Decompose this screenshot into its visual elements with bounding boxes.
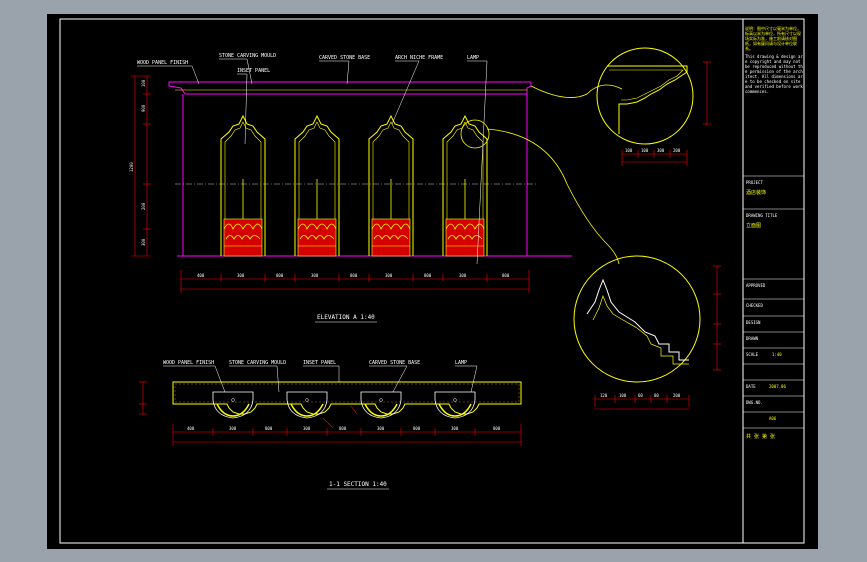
section-dim-8: 800 (493, 426, 501, 431)
niche-2 (294, 114, 340, 257)
elevation-dim-left-3: 200 (141, 202, 146, 210)
approved-label: APPROVED (746, 283, 766, 288)
arch-detail-dim-3: 80 (654, 393, 659, 398)
cornice-detail-dim-1: 100 (641, 148, 649, 153)
elevation-dim-left-0: 100 (141, 79, 146, 87)
section-dim-2: 800 (265, 426, 273, 431)
title-block-notes-cn: 说明：图中尺寸以毫米为单位，标高以米为单位，所有尺寸以现场实际为准，施工前请核对… (745, 26, 801, 51)
elevation-dim-bottom-6: 800 (424, 273, 432, 278)
elevation-label-a: WOOD PANEL FINISH (137, 60, 188, 66)
drawn-label: DRAWN (746, 336, 759, 341)
section-dim-7: 300 (451, 426, 459, 431)
elevation-title: ELEVATION A 1:40 (317, 314, 375, 321)
cornice-detail-circle (596, 47, 694, 145)
cornice-detail-dim-0: 100 (625, 148, 633, 153)
dwg-no-label: DWG.NO. (746, 400, 763, 405)
elevation-label-e: ARCH NICHE FRAME (395, 55, 443, 61)
elevation-label-c: INSET PANEL (237, 68, 270, 74)
scale-value: 1:40 (772, 352, 782, 357)
arch-detail-dim-2: 60 (638, 393, 643, 398)
scale-label: SCALE (746, 352, 759, 357)
elevation-dim-bottom-2: 800 (276, 273, 284, 278)
section-outline (172, 381, 522, 415)
project-label: PROJECT (746, 180, 763, 185)
arch-detail-dim-0: 120 (600, 393, 608, 398)
section-label-c: INSET PANEL (303, 360, 336, 366)
arch-detail-dims (594, 265, 721, 410)
niche-4 (442, 114, 488, 257)
elevation-label-b: STONE CARVING MOULD (219, 53, 276, 59)
cornice-detail-profile-inner (609, 69, 684, 101)
cad-drawing[interactable]: WOOD PANEL FINISH STONE CARVING MOULD IN… (47, 14, 818, 549)
design-label: DESIGN (746, 320, 761, 325)
niche-1 (220, 114, 266, 257)
elevation-dim-bottom-4: 800 (350, 273, 358, 278)
drawing-title-label: DRAWING TITLE (746, 213, 778, 218)
elevation-view[interactable]: WOOD PANEL FINISH STONE CARVING MOULD IN… (129, 53, 572, 323)
project-value: 酒店装饰 (746, 189, 766, 196)
elevation-dim-bottom-1: 300 (237, 273, 245, 278)
cornice-detail-connector (530, 84, 623, 98)
section-dim-5: 300 (377, 426, 385, 431)
section-title: 1-1 SECTION 1:40 (329, 481, 387, 488)
arch-detail-callout-circle (460, 119, 490, 149)
arch-detail[interactable]: 120 100 60 80 200 (460, 119, 721, 410)
cornice-detail-dim-2: 300 (657, 148, 665, 153)
section-leaders (163, 365, 478, 393)
arch-detail-dim-4: 200 (673, 393, 681, 398)
elevation-dim-bottom-7: 300 (459, 273, 467, 278)
section-label-e: LAMP (455, 360, 467, 366)
date-label: DATE (746, 384, 756, 389)
section-dim-4: 800 (339, 426, 347, 431)
elevation-dim-left-1: 900 (141, 104, 146, 112)
section-basin-2 (286, 391, 328, 419)
elevation-dim-bottom-3: 300 (311, 273, 319, 278)
sheet-border (59, 18, 805, 544)
elevation-cornice (168, 81, 532, 95)
elevation-dim-bottom-0: 400 (197, 273, 205, 278)
sheet-label: 共 张 第 张 (746, 433, 775, 440)
elevation-dim-bottom-8: 800 (502, 273, 510, 278)
title-block-notes-en: This drawing & design are copyright and … (745, 54, 803, 94)
section-basin-4 (434, 391, 476, 419)
section-label-a: WOOD PANEL FINISH (163, 360, 214, 366)
arch-detail-profile-inner (592, 294, 689, 365)
cornice-detail-profile (607, 65, 688, 134)
arch-detail-dim-1: 100 (619, 393, 627, 398)
cornice-detail[interactable]: 100 100 300 200 (530, 47, 711, 166)
date-value: 2007.06 (769, 384, 786, 389)
title-block-notes: 说明：图中尺寸以毫米为单位，标高以米为单位，所有尺寸以现场实际为准，施工前请核对… (745, 26, 803, 94)
cornice-detail-dim-3: 200 (673, 148, 681, 153)
arch-detail-connector (486, 128, 620, 265)
elevation-dim-left-4: 300 (141, 238, 146, 246)
checked-label: CHECKED (746, 303, 763, 308)
drawing-title-value: 立面图 (746, 222, 761, 229)
elevation-label-d: CARVED STONE BASE (319, 55, 370, 61)
section-view[interactable]: WOOD PANEL FINISH STONE CARVING MOULD IN… (139, 360, 522, 490)
section-label-b: STONE CARVING MOULD (229, 360, 286, 366)
niche-3 (368, 114, 414, 257)
cornice-detail-dims (621, 61, 711, 166)
elevation-dims-left (131, 75, 151, 257)
arch-detail-profile (586, 278, 689, 361)
elevation-label-f: LAMP (467, 55, 479, 61)
section-dim-0: 400 (187, 426, 195, 431)
section-dim-3: 300 (303, 426, 311, 431)
dwg-no-value: A06 (769, 416, 777, 421)
section-dim-1: 300 (229, 426, 237, 431)
section-dim-6: 800 (413, 426, 421, 431)
section-label-d: CARVED STONE BASE (369, 360, 420, 366)
section-basin-3 (360, 391, 402, 419)
elevation-dim-left-2: 1200 (129, 162, 134, 172)
cad-viewport[interactable]: WOOD PANEL FINISH STONE CARVING MOULD IN… (47, 14, 818, 549)
title-block[interactable]: 说明：图中尺寸以毫米为单位，标高以米为单位，所有尺寸以现场实际为准，施工前请核对… (743, 26, 804, 440)
section-basin-1 (212, 391, 254, 419)
elevation-dim-bottom-5: 300 (385, 273, 393, 278)
section-hatch (174, 383, 520, 403)
arch-detail-circle (573, 255, 701, 383)
